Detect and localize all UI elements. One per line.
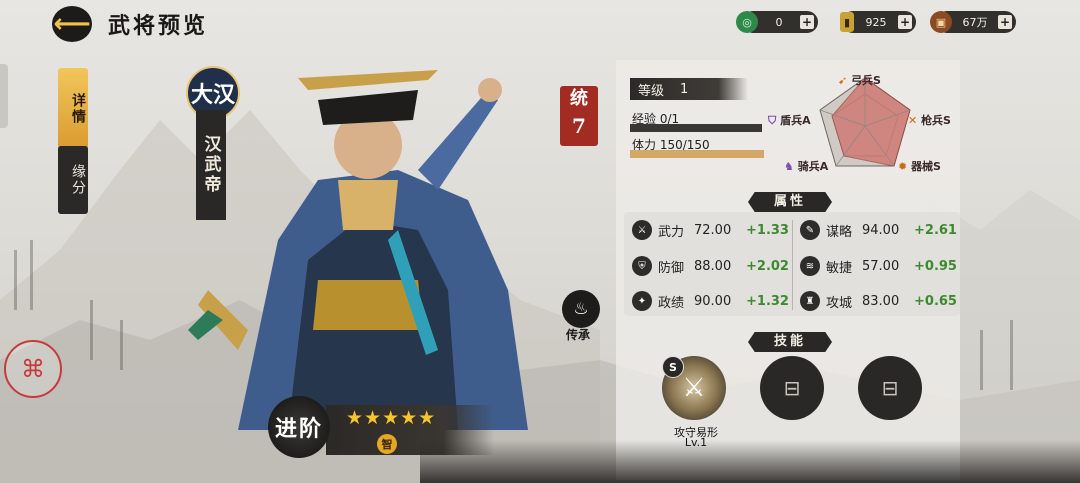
trait-badge: 智 [377,434,397,454]
exp-bar [630,124,762,132]
inherit-button[interactable]: ♨ [562,290,600,328]
shield-icon: ⛨ [632,256,652,276]
jade-coin-icon: ◎ [736,11,758,33]
add-jade-button[interactable]: + [800,15,814,29]
attr-politics: ✦ 政绩 90.00 +1.32 [632,291,789,311]
attributes-divider [792,220,793,310]
attr-agility: ≋ 敏捷 57.00 +0.95 [800,256,957,276]
spear-icon: ✕ [908,114,918,127]
scroll-icon: ✎ [800,220,820,240]
side-drawer-handle[interactable] [0,64,8,128]
tab-bonds[interactable]: 缘分 [58,146,88,214]
skills-header: 技能 [748,332,832,352]
skill-slot-empty-2[interactable]: ⊟ [858,356,922,420]
resource-jade: ◎ 0 + [736,11,818,33]
flame-icon: ♨ [573,299,589,319]
tab-details[interactable]: 详情 [58,68,88,150]
back-arrow-icon: ⟵ [53,9,91,39]
level-bar: 等级 1 [630,78,748,100]
attr-defense: ⛨ 防御 88.00 +2.02 [632,256,789,276]
skill-sword-icon: ⚔ [682,373,706,403]
add-gold-button[interactable]: + [898,15,912,29]
empty-slot-icon: ⊟ [881,376,899,400]
attr-force: ⚔ 武力 72.00 +1.33 [632,220,789,240]
hp-bar [630,150,764,158]
gamepad-icon[interactable]: ⌘ [4,340,62,398]
star-rating: ★★★★★ [346,407,437,429]
tower-icon: ♜ [800,291,820,311]
back-button[interactable]: ⟵ [52,6,92,42]
wind-icon: ≋ [800,256,820,276]
troop-archer: ➹ 弓兵S [838,74,881,87]
troop-siege: ✹ 器械S [898,160,941,173]
hero-name: 汉武帝 [196,110,226,220]
seal-icon: ✦ [632,291,652,311]
gold-bar-icon: ▮ [840,12,854,32]
troop-shield: ⛉ 盾兵A [768,114,811,127]
skill-slot-empty-1[interactable]: ⊟ [760,356,824,420]
shield-troop-icon: ⛉ [768,114,777,127]
attributes-header: 属性 [748,192,832,212]
bow-icon: ➹ [838,74,848,87]
inherit-label: 传承 [566,328,591,342]
horse-icon: ♞ [784,160,794,173]
add-copper-button[interactable]: + [998,15,1012,29]
attr-strategy: ✎ 谋略 94.00 +2.61 [800,220,957,240]
advance-button[interactable]: 进阶 [268,396,330,458]
skill-rank-badge: S [662,356,684,378]
troop-spear: ✕ 枪兵S [908,114,951,127]
leadership-stamp: 统 7 [560,86,598,146]
siege-icon: ✹ [898,160,908,173]
resource-gold: ▮ 925 + [840,11,916,33]
troop-cavalry: ♞ 骑兵A [784,160,829,173]
resource-copper: ▣ 67万 + [930,11,1016,33]
attr-siege: ♜ 攻城 83.00 +0.65 [800,291,957,311]
bottom-ink-wash [420,440,1080,483]
copper-coin-icon: ▣ [930,11,952,33]
empty-slot-icon: ⊟ [783,376,801,400]
sword-icon: ⚔ [632,220,652,240]
